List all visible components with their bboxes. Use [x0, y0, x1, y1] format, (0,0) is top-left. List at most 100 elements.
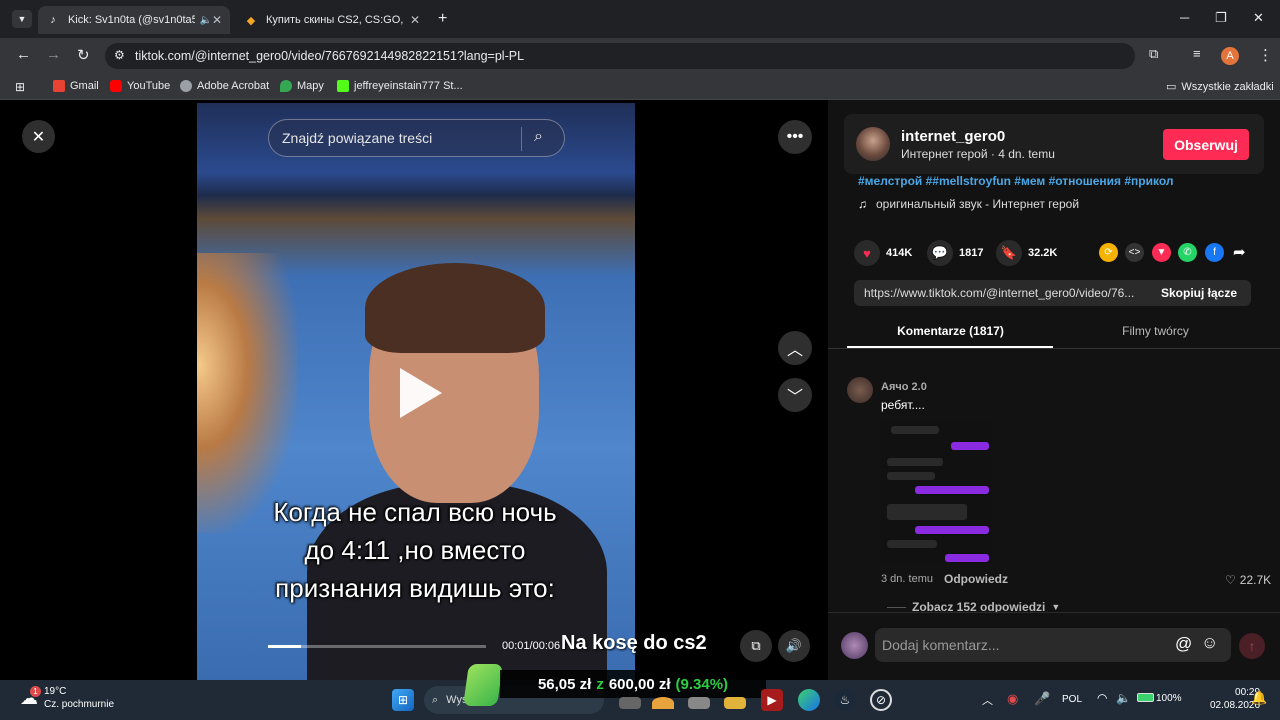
copy-link-button[interactable]: Skopiuj łącze	[1161, 286, 1237, 300]
tabs-divider	[828, 348, 1280, 349]
avatar[interactable]: A	[1221, 47, 1239, 65]
tab-market[interactable]: ◆ Купить скины CS2, CS:GO, Dot ✕	[236, 6, 428, 34]
speaker-icon[interactable]: 🔈	[199, 15, 211, 26]
embed-icon[interactable]: <>	[1125, 243, 1144, 262]
obs-icon[interactable]: ▶	[761, 689, 783, 711]
heart-outline-icon: ♡	[1225, 573, 1236, 587]
bookmark-acrobat[interactable]: Adobe Acrobat	[180, 80, 269, 92]
new-tab-button[interactable]: +	[438, 10, 447, 28]
stream-title-overlay: Na kosę do cs2	[561, 632, 707, 654]
hashtags[interactable]: #мелстрой ##mellstroyfun #мем #отношения…	[858, 174, 1174, 188]
media-icon[interactable]: ≡	[1193, 46, 1201, 61]
comment-count-button[interactable]: 💬 1817	[927, 240, 983, 266]
music-icon: ♫	[858, 197, 867, 211]
bookmark-icon: 🔖	[996, 240, 1022, 266]
tab-strip: ▼ ♪ Kick: Sv1n0ta (@sv1n0ta5) | 🔈 ✕ ◆ Ку…	[0, 0, 1280, 38]
comment-avatar[interactable]	[847, 377, 873, 403]
chat-bubble	[915, 486, 989, 494]
kick-icon	[337, 80, 349, 92]
facebook-icon[interactable]: f	[1205, 243, 1224, 262]
post-comment-button[interactable]: ↑	[1239, 633, 1265, 659]
tray-app-icon[interactable]: ◉	[1007, 691, 1018, 707]
language-indicator[interactable]: POL	[1062, 694, 1082, 705]
notification-icon[interactable]: 🔔	[1251, 690, 1267, 706]
reply-button[interactable]: Odpowiedz	[944, 572, 1008, 586]
minimize-button[interactable]: ─	[1180, 10, 1189, 25]
extensions-icon[interactable]: ⧉	[1149, 46, 1158, 62]
comment-author[interactable]: Аячо 2.0	[881, 381, 927, 393]
avatar[interactable]	[856, 127, 890, 161]
battery-percent: 100%	[1156, 693, 1182, 704]
speaker-icon[interactable]: 🔈	[1116, 691, 1131, 705]
start-icon[interactable]: ⊞	[392, 689, 414, 711]
tab-creator-videos[interactable]: Filmy twórcy	[1053, 324, 1258, 338]
share-arrow-icon[interactable]: ➦	[1233, 243, 1246, 261]
maximize-button[interactable]: ❐	[1215, 10, 1227, 26]
comment-like-button[interactable]: ♡ 22.7K	[1225, 573, 1271, 587]
close-icon[interactable]: ✕	[212, 13, 222, 27]
tab-title: Kick: Sv1n0ta (@sv1n0ta5) |	[67, 14, 196, 26]
bookmark-gmail[interactable]: Gmail	[53, 80, 99, 92]
more-options-button[interactable]: •••	[778, 120, 812, 154]
tray-expand-icon[interactable]: ︿	[982, 692, 993, 708]
all-bookmarks[interactable]: ▭ Wszystkie zakładki	[1166, 80, 1274, 94]
whatsapp-icon[interactable]: ✆	[1178, 243, 1197, 262]
microphone-icon[interactable]: 🎤	[1034, 691, 1050, 707]
menu-icon[interactable]: ⋮	[1258, 46, 1273, 64]
chat-bubble	[951, 442, 989, 450]
window-close-button[interactable]: ✕	[1253, 10, 1264, 26]
steam-icon[interactable]: ♨	[834, 689, 856, 711]
related-search-input[interactable]: Znajdź powiązane treści ⌕	[268, 119, 565, 157]
repost-icon[interactable]: ⟳	[1099, 243, 1118, 262]
taskview-icon[interactable]	[619, 697, 641, 709]
site-info-icon[interactable]: ⚙	[114, 48, 125, 62]
previous-video-button[interactable]: ︿	[778, 331, 812, 365]
app-icon[interactable]	[688, 697, 710, 709]
video-link[interactable]: https://www.tiktok.com/@internet_gero0/v…	[864, 286, 1134, 300]
pip-button[interactable]: ⧉	[740, 630, 772, 662]
wifi-icon[interactable]: ◠	[1097, 691, 1107, 705]
save-button[interactable]: 🔖 32.2K	[996, 240, 1057, 266]
forward-button[interactable]: →	[46, 46, 61, 63]
close-icon[interactable]: ✕	[410, 13, 420, 27]
more-icon: •••	[786, 128, 804, 145]
emoji-icon[interactable]: ☺	[1201, 633, 1218, 653]
progress-track[interactable]	[268, 645, 486, 648]
close-viewer-button[interactable]: ✕	[22, 120, 55, 153]
search-icon[interactable]: ⌕	[534, 128, 543, 146]
like-button[interactable]: ♥ 414K	[854, 240, 912, 266]
streaming-app-icon[interactable]: ⊘	[870, 689, 892, 711]
address-bar[interactable]: ⚙ tiktok.com/@internet_gero0/video/76676…	[105, 43, 1135, 69]
sound-name[interactable]: оригинальный звук - Интернет герой	[876, 197, 1079, 211]
folder-icon: ▭	[1166, 81, 1177, 93]
comment-text: ребят....	[881, 398, 925, 412]
tab-kick[interactable]: ♪ Kick: Sv1n0ta (@sv1n0ta5) | 🔈 ✕	[38, 6, 230, 34]
comment-input[interactable]: Dodaj komentarz... @ ☺	[875, 628, 1231, 662]
bookmark-youtube[interactable]: YouTube	[110, 80, 170, 92]
chrome-icon[interactable]	[652, 697, 674, 709]
globe-icon	[180, 80, 192, 92]
play-icon[interactable]	[400, 368, 442, 418]
bookmark-maps[interactable]: Mapy	[280, 80, 324, 92]
battery-icon[interactable]	[1137, 693, 1154, 702]
send-icon[interactable]: ▼	[1152, 243, 1171, 262]
back-button[interactable]: ←	[16, 46, 31, 63]
explorer-icon[interactable]	[724, 697, 746, 709]
comment-image[interactable]	[881, 420, 993, 564]
heart-icon: ♥	[854, 240, 880, 266]
apps-icon[interactable]: ⊞	[15, 80, 25, 94]
weather-widget[interactable]: ☁ 1 19°C Cz. pochmurnie	[20, 685, 114, 711]
bookmark-kick[interactable]: jeffreyeinstain777 St...	[337, 80, 463, 92]
username[interactable]: internet_gero0	[901, 128, 1005, 145]
edge-icon[interactable]	[798, 689, 820, 711]
close-icon: ✕	[31, 128, 46, 146]
volume-button[interactable]: 🔊	[778, 630, 810, 662]
follow-button[interactable]: Obserwuj	[1163, 129, 1249, 160]
tab-search-button[interactable]: ▼	[12, 10, 32, 28]
reload-button[interactable]: ↻	[77, 46, 90, 64]
tab-title: Купить скины CS2, CS:GO, Dot	[266, 14, 406, 26]
chat-bubble	[887, 540, 937, 548]
tab-comments[interactable]: Komentarze (1817)	[848, 324, 1053, 338]
mention-icon[interactable]: @	[1175, 634, 1192, 654]
next-video-button[interactable]: ﹀	[778, 378, 812, 412]
